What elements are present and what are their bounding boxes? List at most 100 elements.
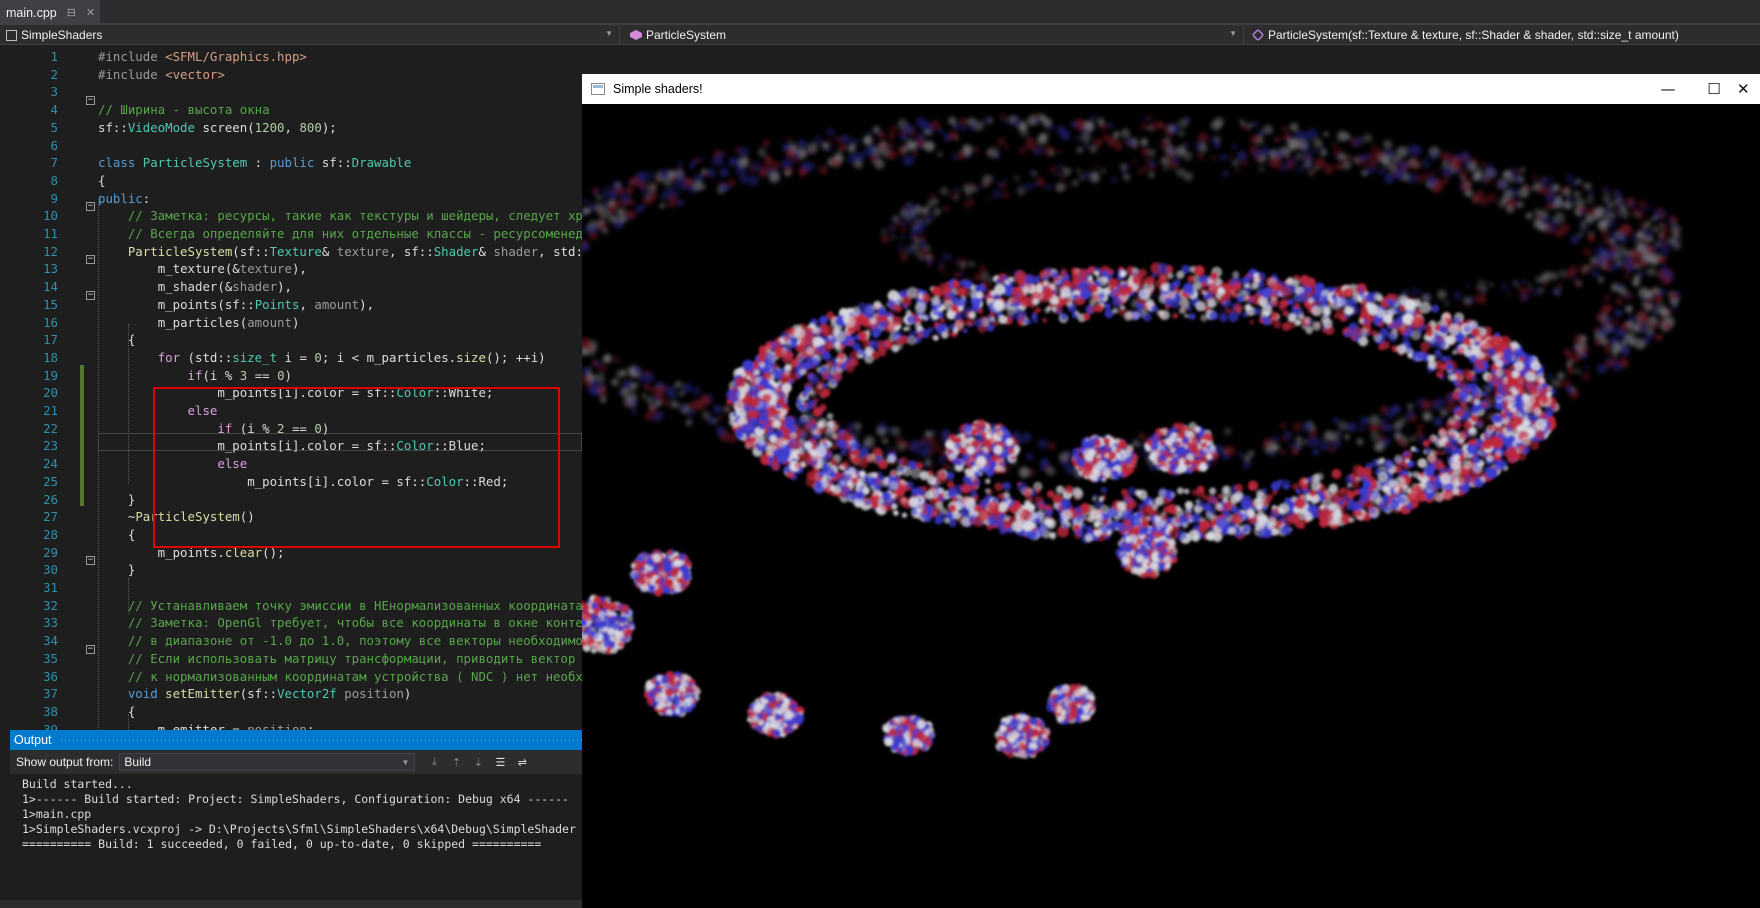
- next-message-icon[interactable]: ⇣: [469, 753, 487, 771]
- particle: [981, 286, 987, 292]
- code-line[interactable]: 6: [0, 137, 582, 155]
- particle: [1486, 192, 1498, 204]
- code-line[interactable]: 37 void setEmitter(sf::Vector2f position…: [0, 685, 582, 703]
- output-panel-title[interactable]: Output: [10, 730, 582, 750]
- code-line[interactable]: 19 if(i % 3 == 0): [0, 367, 582, 385]
- prev-message-icon[interactable]: ⇡: [447, 753, 465, 771]
- particle: [1584, 364, 1590, 370]
- word-wrap-icon[interactable]: ⇌: [513, 753, 531, 771]
- fold-toggle[interactable]: −: [86, 291, 95, 300]
- line-number: 15: [43, 296, 58, 312]
- particle: [837, 143, 847, 153]
- code-text: if(i % 3 == 0): [187, 367, 293, 383]
- particle: [1096, 275, 1102, 282]
- particle: [1545, 411, 1552, 418]
- particle: [840, 134, 850, 144]
- pin-icon[interactable]: ⊟: [67, 6, 76, 19]
- project-icon: [6, 29, 17, 41]
- particle: [1377, 500, 1389, 512]
- particle: [1037, 291, 1049, 303]
- particle: [1215, 293, 1222, 300]
- clear-all-icon[interactable]: ☰: [491, 753, 509, 771]
- class-dropdown[interactable]: ParticleSystem ▼: [624, 25, 1244, 45]
- particle: [1430, 156, 1436, 162]
- particle: [958, 305, 964, 312]
- code-line[interactable]: 33 // Заметка: OpenGl требует, чтобы все…: [0, 614, 582, 632]
- particle: [1093, 529, 1101, 537]
- output-source-select[interactable]: Build ▼: [119, 753, 416, 771]
- particle: [1032, 182, 1038, 188]
- particle: [922, 314, 929, 321]
- particle: [1603, 347, 1612, 356]
- project-dropdown[interactable]: SimpleShaders ▼: [0, 25, 620, 45]
- particle: [1486, 467, 1498, 479]
- particle: [1521, 184, 1530, 193]
- fold-toggle[interactable]: −: [86, 202, 95, 211]
- particle: [1314, 282, 1325, 293]
- particle: [939, 261, 944, 266]
- window-titlebar[interactable]: Simple shaders! — ☐ ✕: [582, 74, 1760, 104]
- particle: [1655, 257, 1661, 263]
- member-dropdown[interactable]: ParticleSystem(sf::Texture & texture, sf…: [1246, 25, 1760, 45]
- particle: [1403, 485, 1411, 494]
- fold-toggle[interactable]: −: [86, 645, 95, 654]
- particle: [1563, 201, 1572, 210]
- particle: [1010, 297, 1018, 305]
- fold-toggle[interactable]: −: [86, 96, 95, 105]
- code-line[interactable]: 39 m_emitter = position;: [0, 721, 582, 730]
- code-line[interactable]: 2 #include <vector>: [0, 66, 582, 84]
- particle: [1236, 295, 1244, 303]
- particle: [1206, 297, 1218, 309]
- particle: [685, 419, 693, 426]
- code-text: {: [98, 332, 136, 348]
- particle: [690, 158, 698, 166]
- particle: [772, 448, 782, 459]
- code-line[interactable]: 38 {: [0, 703, 582, 721]
- code-text: void setEmitter(sf::Vector2f position): [127, 686, 412, 702]
- code-line[interactable]: 31: [0, 579, 582, 597]
- code-line[interactable]: 36 // к нормализованным координатам устр…: [0, 668, 582, 686]
- line-number: 29: [43, 544, 58, 560]
- particle: [1044, 307, 1051, 314]
- code-line[interactable]: 5 sf::VideoMode screen(1200, 800);: [0, 119, 582, 137]
- code-line[interactable]: 1 #include <SFML/Graphics.hpp>: [0, 48, 582, 66]
- goto-line-icon[interactable]: ⤓: [425, 753, 443, 771]
- fold-toggle[interactable]: −: [86, 255, 95, 264]
- particle: [1410, 436, 1416, 442]
- minimize-button[interactable]: —: [1645, 74, 1691, 104]
- particle: [1294, 497, 1306, 510]
- maximize-button[interactable]: ☐: [1691, 74, 1737, 104]
- particle: [1061, 509, 1073, 521]
- code-line[interactable]: 7 class ParticleSystem : public sf::Drawa…: [0, 154, 582, 172]
- particle: [764, 162, 771, 169]
- particle: [1645, 322, 1653, 330]
- particle: [1575, 198, 1585, 208]
- particle: [1603, 186, 1610, 194]
- particle: [908, 221, 914, 227]
- particle: [1106, 530, 1112, 536]
- code-line[interactable]: 11 // Всегда определяйте для них отдельн…: [0, 225, 582, 243]
- particle: [1355, 509, 1363, 518]
- particle-render-canvas[interactable]: [582, 104, 1760, 908]
- close-button[interactable]: ✕: [1737, 74, 1760, 104]
- particle: [887, 299, 896, 308]
- output-line: ========== Build: 1 succeeded, 0 failed,…: [22, 837, 542, 851]
- code-line[interactable]: 8{: [0, 172, 582, 190]
- particle: [1638, 287, 1650, 299]
- code-line[interactable]: 18 for (std::size_t i = 0; i < m_particl…: [0, 349, 582, 367]
- particle: [798, 169, 806, 176]
- particle: [1299, 275, 1310, 286]
- fold-toggle[interactable]: −: [86, 556, 95, 565]
- particle: [911, 227, 917, 233]
- particle: [1475, 420, 1483, 428]
- particle: [1513, 191, 1519, 197]
- particle: [584, 381, 592, 389]
- tab-main-cpp[interactable]: main.cpp ⊟ ✕: [0, 0, 100, 25]
- code-line[interactable]: 16 m_particles(amount): [0, 314, 582, 332]
- close-icon[interactable]: ✕: [86, 6, 95, 19]
- code-editor[interactable]: 1 #include <SFML/Graphics.hpp> 2 #include <…: [0, 46, 582, 730]
- code-text: {: [98, 703, 136, 719]
- code-line[interactable]: 32 // Устанавливаем точку эмиссии в НЕно…: [0, 597, 582, 615]
- particle: [624, 402, 631, 409]
- code-line[interactable]: 17 {: [0, 331, 582, 349]
